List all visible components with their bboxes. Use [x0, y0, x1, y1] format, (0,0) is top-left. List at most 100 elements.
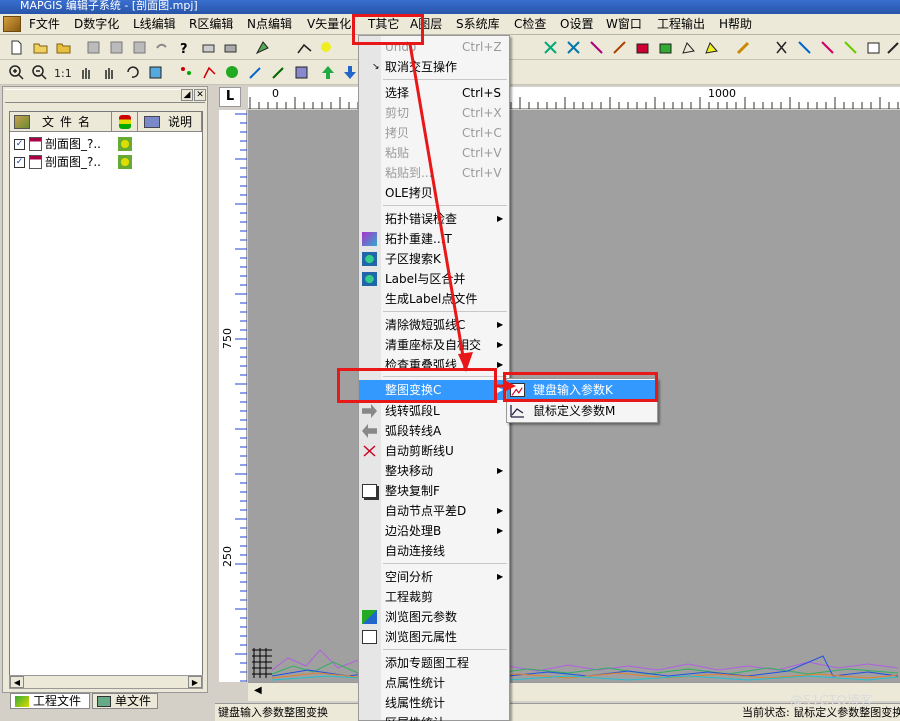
region-layer-icon[interactable] [224, 64, 241, 81]
menu-item-auto-cut[interactable]: 自动剪断线U [359, 441, 509, 461]
close-icon[interactable]: ✕ [194, 89, 206, 101]
menu-item-arc-to-line[interactable]: 弧段转线A [359, 421, 509, 441]
menu-item-ole-copy[interactable]: OLE拷贝 [359, 183, 509, 203]
panel-horizontal-scrollbar[interactable]: ◀ ▶ [9, 675, 203, 689]
cut-line-icon[interactable] [796, 39, 813, 56]
menu-item-node-balance[interactable]: 自动节点平差D ▶ [359, 501, 509, 521]
menu-item-spatial-analysis[interactable]: 空间分析 ▶ [359, 567, 509, 587]
menu-point-edit[interactable]: N点编辑 [246, 16, 293, 33]
region-param-icon[interactable] [680, 39, 697, 56]
submenu-item-keyboard-params[interactable]: 键盘输入参数K [507, 380, 657, 400]
undo-icon[interactable] [153, 39, 170, 56]
line-tool-icon[interactable] [296, 39, 313, 56]
menu-item-project-clip[interactable]: 工程裁剪 [359, 587, 509, 607]
help-cursor-icon[interactable]: ? [178, 39, 195, 56]
menu-item-auto-connect[interactable]: 自动连接线 [359, 541, 509, 561]
region-tool-icon[interactable] [318, 39, 335, 56]
menu-item-paste-to[interactable]: 粘贴到... Ctrl+V [359, 163, 509, 183]
menu-line-edit[interactable]: L线编辑 [132, 16, 177, 33]
menu-item-check-overlap[interactable]: 检查重叠弧线 ▶ [359, 355, 509, 375]
menu-item-point-stats[interactable]: 点属性统计 [359, 673, 509, 693]
menu-file[interactable]: F文件 [28, 16, 61, 33]
menu-help[interactable]: H帮助 [718, 16, 753, 33]
arrow-up-icon[interactable] [320, 64, 337, 81]
open-folder-icon[interactable] [55, 39, 72, 56]
refresh-icon[interactable] [124, 64, 141, 81]
submenu-item-mouse-params[interactable]: 鼠标定义参数M [507, 401, 657, 421]
file-checkbox[interactable]: ✓ [14, 139, 25, 150]
fill-region-icon[interactable] [634, 39, 651, 56]
menu-item-select[interactable]: 选择 Ctrl+S [359, 83, 509, 103]
menu-item-label-merge[interactable]: Label与区合并 [359, 269, 509, 289]
panel-grip[interactable] [5, 89, 205, 103]
actual-size-icon[interactable]: 1:1 [54, 64, 71, 81]
link-node-icon[interactable] [588, 39, 605, 56]
col-header-name[interactable]: 文件名 [10, 112, 112, 132]
move-node-icon[interactable] [611, 39, 628, 56]
menu-item-block-move[interactable]: 整块移动 ▶ [359, 461, 509, 481]
edit-region-icon[interactable] [657, 39, 674, 56]
canvas-scroll-left-icon[interactable]: ◀ [254, 685, 262, 696]
file-checkbox[interactable]: ✓ [14, 157, 25, 168]
menu-check[interactable]: C检查 [513, 16, 547, 33]
menu-item-cancel-interactive[interactable]: 取消交互操作 ↘ [359, 57, 509, 77]
menu-digitize[interactable]: D数字化 [73, 16, 120, 33]
menu-item-gen-label[interactable]: 生成Label点文件 [359, 289, 509, 309]
scroll-right-icon[interactable]: ▶ [188, 676, 202, 688]
line-attr-icon[interactable] [885, 39, 900, 56]
line-param-icon[interactable] [865, 39, 882, 56]
menu-item-line-to-arc[interactable]: 线转弧段L [359, 401, 509, 421]
full-extent-icon[interactable] [147, 64, 164, 81]
menu-item-topo-rebuild[interactable]: 拓扑重建...T [359, 229, 509, 249]
zoom-out-icon[interactable] [31, 64, 48, 81]
print-icon[interactable] [222, 39, 239, 56]
arrow-down-icon[interactable] [342, 64, 359, 81]
print-preview-icon[interactable] [200, 39, 217, 56]
save-all-icon[interactable] [131, 39, 148, 56]
menu-item-region-stats[interactable]: 区属性统计 [359, 713, 509, 721]
cut-node-icon[interactable] [565, 39, 582, 56]
pen-icon[interactable] [735, 39, 752, 56]
menu-item-undo[interactable]: Undo Ctrl+Z [359, 37, 509, 57]
tab-single-file[interactable]: 单文件 [92, 693, 158, 709]
menu-settings[interactable]: O设置 [559, 16, 594, 33]
save-as-icon[interactable] [108, 39, 125, 56]
scroll-left-icon[interactable]: ◀ [10, 676, 24, 688]
ruler-unit-corner[interactable]: L [219, 87, 241, 107]
list-item[interactable]: ✓ 剖面图_?.. [14, 154, 200, 170]
new-file-icon[interactable] [8, 39, 25, 56]
col-header-desc[interactable]: 说明 [138, 112, 202, 132]
extend-line-icon[interactable] [842, 39, 859, 56]
menu-item-paste[interactable]: 粘贴 Ctrl+V [359, 143, 509, 163]
menu-other[interactable]: T其它 [367, 16, 400, 33]
menu-export[interactable]: 工程输出 [656, 16, 706, 33]
list-item[interactable]: ✓ 剖面图_?.. [14, 136, 200, 152]
open-file-icon[interactable] [32, 39, 49, 56]
menu-item-line-stats[interactable]: 线属性统计 [359, 693, 509, 713]
pin-icon[interactable]: ◢ [181, 89, 193, 101]
menu-window[interactable]: W窗口 [605, 16, 643, 33]
zoom-in-icon[interactable] [8, 64, 25, 81]
menu-region-edit[interactable]: R区编辑 [188, 16, 234, 33]
point-layer-icon[interactable] [178, 64, 195, 81]
menu-item-copy[interactable]: 拷贝 Ctrl+C [359, 123, 509, 143]
menu-item-browse-attrs[interactable]: 浏览图元属性 [359, 627, 509, 647]
menu-item-clear-micro-arc[interactable]: 清除微短弧线C ▶ [359, 315, 509, 335]
edit-line-icon[interactable] [270, 64, 287, 81]
select-hand-icon[interactable] [78, 64, 95, 81]
menu-item-block-copy[interactable]: 整块复制F [359, 481, 509, 501]
save-icon[interactable] [85, 39, 102, 56]
col-header-status[interactable] [112, 112, 138, 132]
menu-item-whole-transform[interactable]: 整图变换C ▶ [359, 380, 509, 400]
node-tool-icon[interactable] [542, 39, 559, 56]
menu-item-add-thematic[interactable]: 添加专题图工程 [359, 653, 509, 673]
menu-layer[interactable]: A图层 [409, 16, 443, 33]
menu-item-browse-params[interactable]: 浏览图元参数 [359, 607, 509, 627]
tab-project-files[interactable]: 工程文件 [10, 693, 90, 709]
menu-item-clear-coords[interactable]: 清重座标及自相交 ▶ [359, 335, 509, 355]
menu-item-topo-check[interactable]: 拓扑错误检查 ▶ [359, 209, 509, 229]
edit-region-layer-icon[interactable] [293, 64, 310, 81]
menu-item-edge-process[interactable]: 边沿处理B ▶ [359, 521, 509, 541]
join-line-icon[interactable] [819, 39, 836, 56]
line-layer-icon[interactable] [201, 64, 218, 81]
